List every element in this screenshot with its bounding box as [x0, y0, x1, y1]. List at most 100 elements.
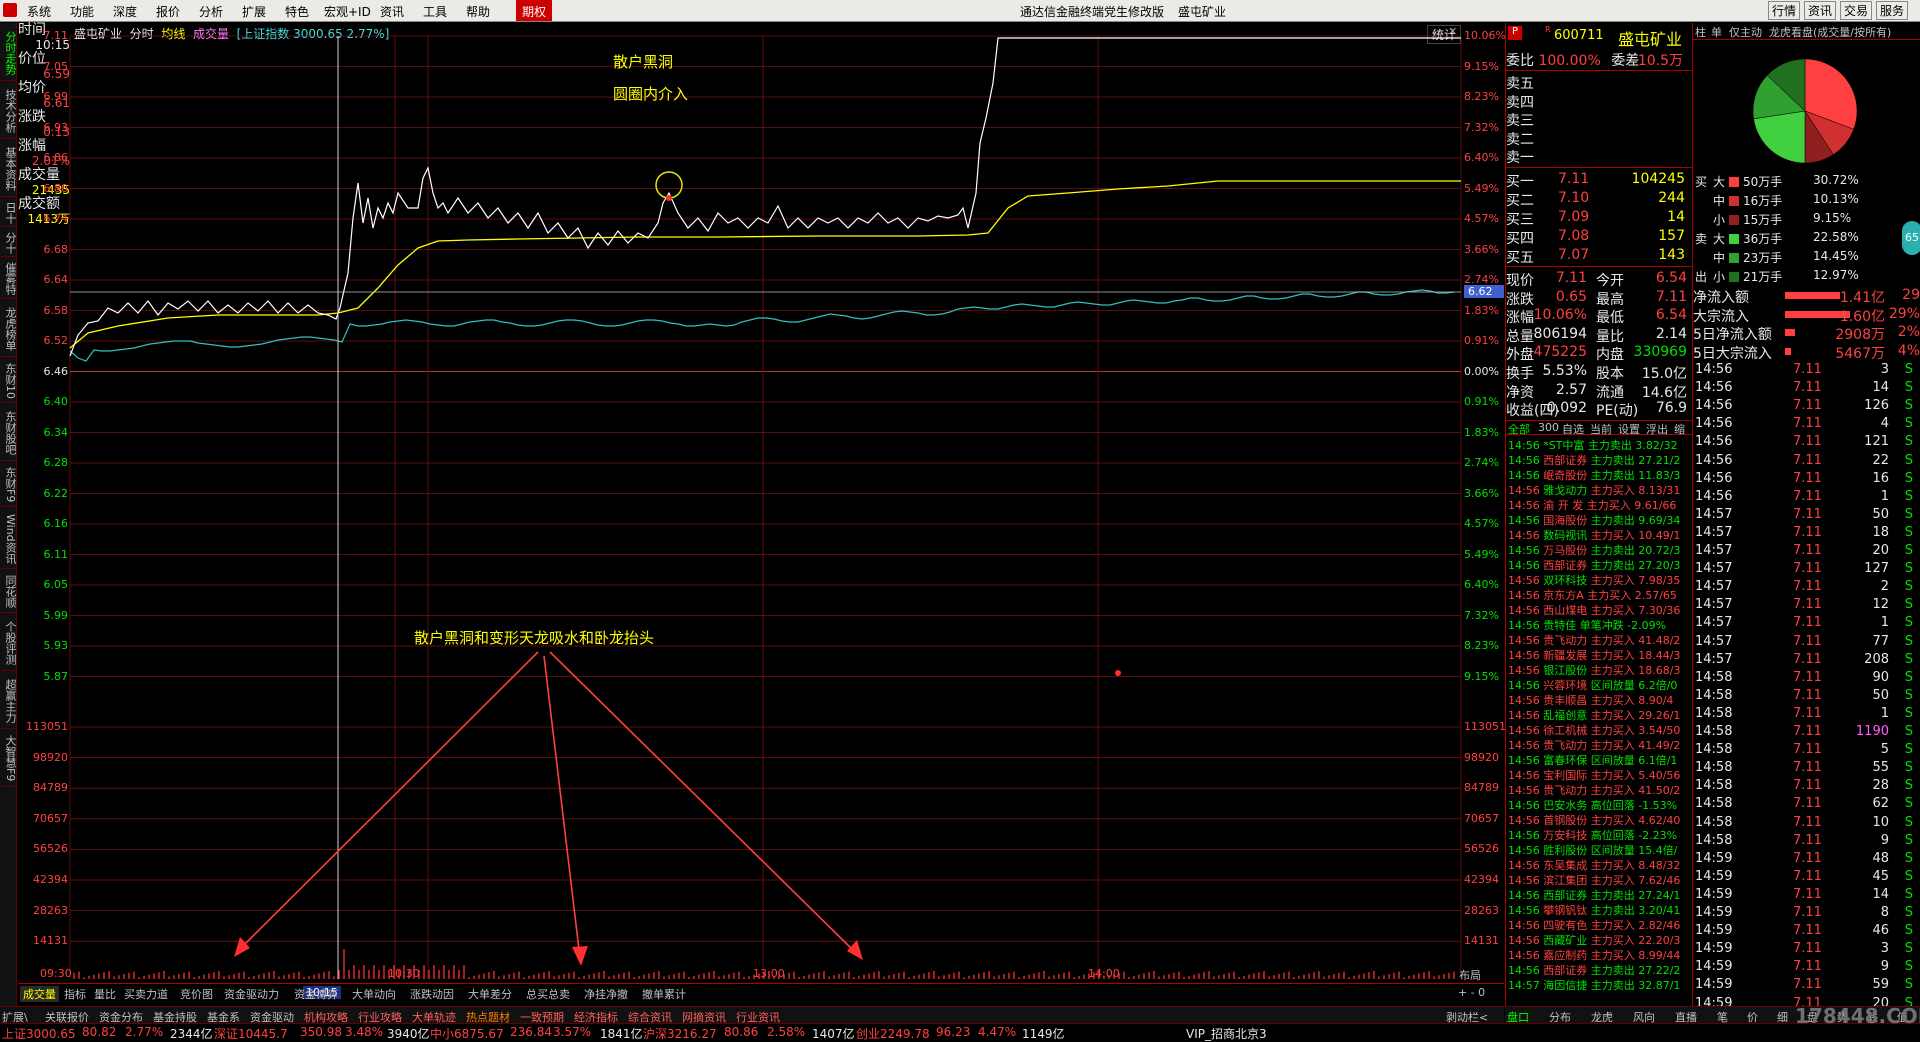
news-tab-settings[interactable]: 设置	[1618, 421, 1640, 437]
menu-tools[interactable]: 工具	[423, 3, 447, 20]
left-tab-eastmoney-f9[interactable]: 东财F9	[1, 463, 17, 507]
menu-function[interactable]: 功能	[70, 3, 94, 20]
menu-system[interactable]: 系统	[27, 3, 51, 20]
news-tab-all[interactable]: 全部	[1508, 421, 1530, 437]
news-item[interactable]: 14:56 岷奇股份 主力卖出 11.83/3	[1508, 467, 1690, 482]
news-item[interactable]: 14:56 西部证券 主力卖出 27.21/2	[1508, 452, 1690, 467]
news-item[interactable]: 14:56 嘉应制药 主力买入 8.99/44	[1508, 947, 1690, 962]
left-tab-eastmoney10[interactable]: 东财10	[1, 359, 17, 403]
buy-level[interactable]: 买四 7.08 157	[1506, 228, 1691, 247]
left-tab-eastmoney-bar[interactable]: 东财股吧	[1, 405, 17, 461]
left-tab-special[interactable]: 催雾特	[1, 259, 17, 299]
news-item[interactable]: 14:56 国海股份 主力卖出 9.69/34	[1508, 512, 1690, 527]
left-tab-ths[interactable]: 同花顺	[1, 571, 17, 613]
left-tab-dragon[interactable]: 龙虎榜单	[1, 301, 17, 357]
tab-indicator[interactable]: 指标	[64, 986, 86, 1002]
top-btn-trade[interactable]: 交易	[1840, 1, 1873, 20]
news-item[interactable]: 14:56 徐工机械 主力买入 3.54/50	[1508, 722, 1690, 737]
left-tab-intraday[interactable]: 分时走势	[1, 25, 17, 81]
news-tab-watch[interactable]: 自选	[1562, 421, 1584, 437]
zoom-controls[interactable]: + - 0	[1458, 986, 1485, 999]
menu-depth[interactable]: 深度	[113, 3, 137, 20]
news-item[interactable]: 14:56 巴安水务 高位回落 -1.53%	[1508, 797, 1690, 812]
news-item[interactable]: 14:56 万安科技 高位回落 -2.23%	[1508, 827, 1690, 842]
left-tab-min10[interactable]: 分十	[1, 229, 17, 257]
news-item[interactable]: 14:56 四驶有色 主力买入 2.82/46	[1508, 917, 1690, 932]
news-item[interactable]: 14:56 *ST中富 主力卖出 3.82/32	[1508, 437, 1690, 452]
left-tab-technical[interactable]: 技术分析	[1, 83, 17, 139]
intraday-chart-panel[interactable]: 盛屯矿业 分时 均线 成交量 [上证指数 3000.65 2.77%] 统计 ✕…	[18, 23, 1506, 1005]
tab-volume-ratio[interactable]: 量比	[94, 986, 116, 1002]
news-item[interactable]: 14:56 渝 开 发 主力买入 9.61/66	[1508, 497, 1690, 512]
news-item[interactable]: 14:56 贵飞动力 主力买入 41.49/2	[1508, 737, 1690, 752]
news-item[interactable]: 14:56 双环科技 主力买入 7.98/35	[1508, 572, 1690, 587]
news-item[interactable]: 14:56 西部证券 主力卖出 27.20/3	[1508, 557, 1690, 572]
buy-level[interactable]: 买一 7.11 104245	[1506, 171, 1691, 190]
news-tab-300[interactable]: 300	[1538, 421, 1559, 434]
news-item[interactable]: 14:56 滨江集团 主力买入 7.62/46	[1508, 872, 1690, 887]
news-item[interactable]: 14:56 宝利国际 主力买入 5.40/56	[1508, 767, 1690, 782]
top-btn-service[interactable]: 服务	[1876, 1, 1909, 20]
news-item[interactable]: 14:56 兴蓉环境 区间放量 6.2倍/0	[1508, 677, 1690, 692]
news-item[interactable]: 14:56 贵飞动力 主力买入 41.50/2	[1508, 782, 1690, 797]
menu-options-tab[interactable]: 期权	[516, 0, 553, 21]
top-btn-market[interactable]: 行情	[1768, 1, 1801, 20]
tab-big-diff[interactable]: 大单差分	[468, 986, 512, 1002]
left-tab-dzh-f9[interactable]: 大智慧F9	[1, 731, 17, 787]
status-zx[interactable]: 中小6875.67	[430, 1025, 504, 1042]
left-tab-wind[interactable]: Wind资讯	[1, 509, 17, 569]
news-item[interactable]: 14:57 海因信捷 主力卖出 32.87/1	[1508, 977, 1690, 992]
news-item[interactable]: 14:56 贵飞动力 主力买入 41.48/2	[1508, 632, 1690, 647]
menu-quote[interactable]: 报价	[156, 3, 180, 20]
tab-volume[interactable]: 成交量	[20, 986, 59, 1002]
tab-rise-fall[interactable]: 涨跌动因	[410, 986, 454, 1002]
buy-level[interactable]: 买二 7.10 244	[1506, 190, 1691, 209]
news-tab-current[interactable]: 当前	[1590, 421, 1612, 437]
menu-analysis[interactable]: 分析	[199, 3, 223, 20]
news-item[interactable]: 14:56 首钢股份 主力买入 4.62/40	[1508, 812, 1690, 827]
dragon-tab-active[interactable]: 仅主动	[1729, 24, 1762, 40]
news-item[interactable]: 14:56 银江股份 主力买入 18.68/3	[1508, 662, 1690, 677]
menu-help[interactable]: 帮助	[466, 3, 490, 20]
news-item[interactable]: 14:56 西部证券 主力卖出 27.22/2	[1508, 962, 1690, 977]
tab-cancel-cum[interactable]: 撤单累计	[642, 986, 686, 1002]
left-tab-rating[interactable]: 个股评测	[1, 615, 17, 671]
news-tab-shrink[interactable]: 缩	[1674, 421, 1685, 437]
news-item[interactable]: 14:56 雅戈动力 主力买入 8.13/31	[1508, 482, 1690, 497]
news-item[interactable]: 14:56 富春环保 区间放量 6.1倍/1	[1508, 752, 1690, 767]
menu-feature[interactable]: 特色	[285, 3, 309, 20]
news-item[interactable]: 14:56 新疆发展 主力买入 18.44/3	[1508, 647, 1690, 662]
news-item[interactable]: 14:56 胜利股份 区间放量 15.4倍/	[1508, 842, 1690, 857]
menu-info[interactable]: 资讯	[380, 3, 404, 20]
tab-auction[interactable]: 竞价图	[180, 986, 213, 1002]
menu-macro[interactable]: 宏观+ID	[324, 3, 371, 20]
news-item[interactable]: 14:56 西藏矿业 主力买入 22.20/3	[1508, 932, 1690, 947]
status-cy[interactable]: 创业2249.78	[856, 1025, 930, 1042]
status-hs[interactable]: 沪深3216.27	[643, 1025, 717, 1042]
status-sz[interactable]: 深证10445.7	[214, 1025, 288, 1042]
news-tab-float[interactable]: 浮出	[1646, 421, 1668, 437]
news-item[interactable]: 14:56 西山煤电 主力买入 7.30/36	[1508, 602, 1690, 617]
news-item[interactable]: 14:56 万马股份 主力卖出 20.72/3	[1508, 542, 1690, 557]
menu-extend[interactable]: 扩展	[242, 3, 266, 20]
dragon-tab-view[interactable]: 龙虎看盘(成交量/按所有)	[1769, 24, 1891, 40]
left-tab-day10[interactable]: 日十	[1, 199, 17, 227]
tab-buy-sell-force[interactable]: 买卖力道	[124, 986, 168, 1002]
tab-big-order[interactable]: 大单动向	[352, 986, 396, 1002]
top-btn-info[interactable]: 资讯	[1804, 1, 1837, 20]
dragon-tab-single[interactable]: 单	[1711, 24, 1722, 40]
buy-level[interactable]: 买五 7.07 143	[1506, 247, 1691, 266]
status-sh[interactable]: 上证3000.65	[2, 1025, 76, 1042]
tab-fund-drive[interactable]: 资金驱动力	[224, 986, 279, 1002]
layout-button[interactable]: 布局	[1459, 967, 1481, 983]
tab-total-buy-sell[interactable]: 总买总卖	[526, 986, 570, 1002]
news-item[interactable]: 14:56 东吴集成 主力买入 8.48/32	[1508, 857, 1690, 872]
news-item[interactable]: 14:56 京东方A 主力买入 2.57/65	[1508, 587, 1690, 602]
left-tab-basic[interactable]: 基本资料	[1, 141, 17, 197]
left-tab-main-force[interactable]: 超赢主力	[1, 673, 17, 729]
news-item[interactable]: 14:56 贵丰顺昌 主力买入 8.90/4	[1508, 692, 1690, 707]
news-item[interactable]: 14:56 攀钢钒钛 主力卖出 3.20/41	[1508, 902, 1690, 917]
dragon-tab-bar[interactable]: 柱	[1695, 24, 1706, 40]
news-item[interactable]: 14:56 乱福创意 主力买入 29.26/1	[1508, 707, 1690, 722]
news-item[interactable]: 14:56 贵特佳 单笔冲跌 -2.09%	[1508, 617, 1690, 632]
